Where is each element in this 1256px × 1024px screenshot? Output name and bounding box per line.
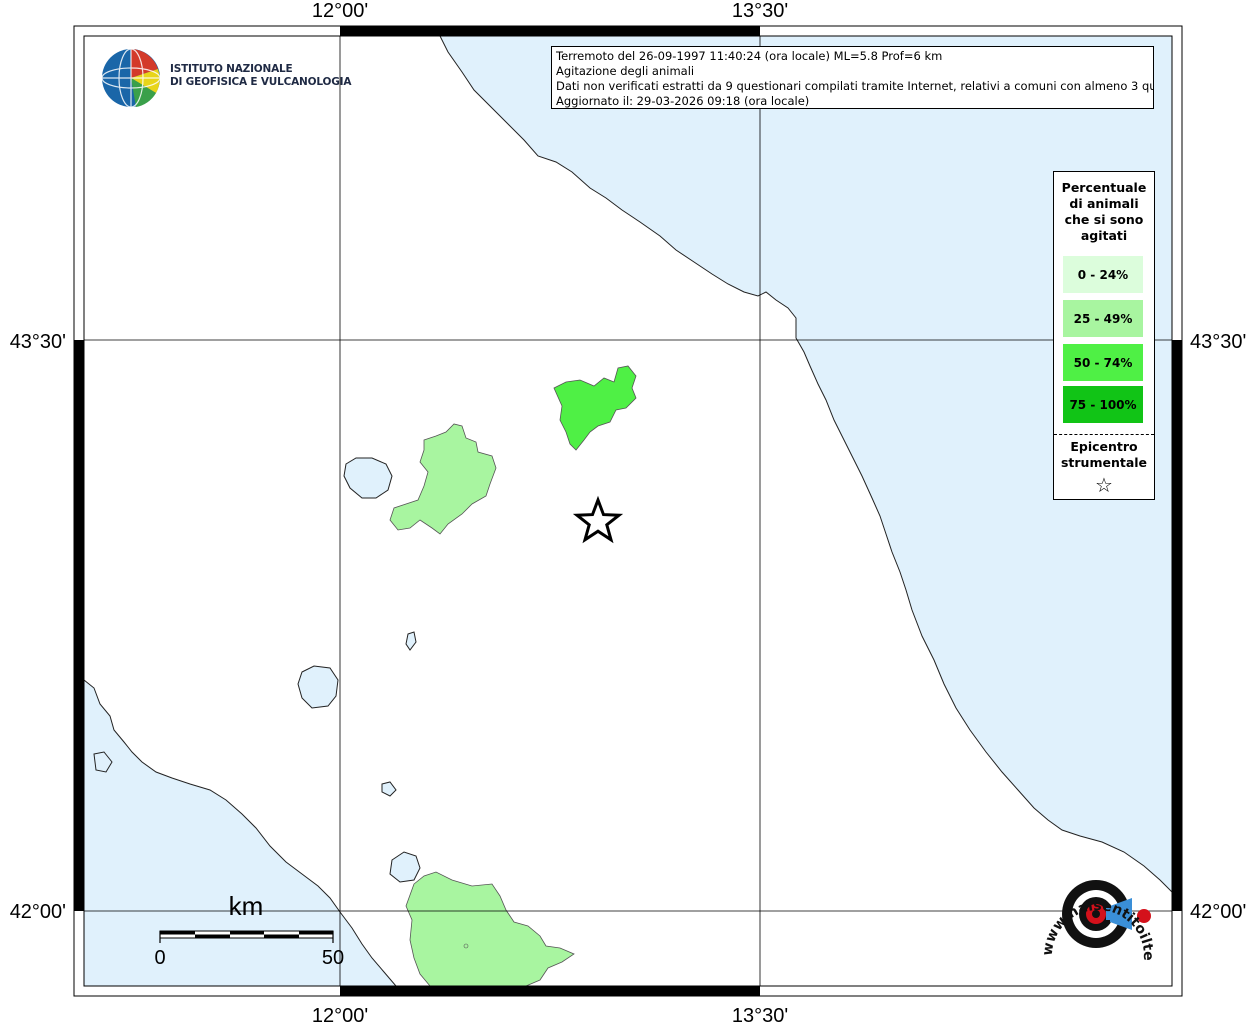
ingv-logo: ISTITUTO NAZIONALE DI GEOFISICA E VULCAN… — [100, 47, 351, 111]
legend-class-3: 75 - 100% — [1063, 386, 1143, 423]
tick-top-2: 13°30' — [732, 0, 788, 22]
info-line4: Aggiornato il: 29-03-2026 09:18 (ora loc… — [556, 94, 810, 108]
tick-right-2: 42°00' — [1190, 901, 1246, 923]
legend-class-1: 25 - 49% — [1063, 300, 1143, 337]
brand-logo: www.haisentitoilterremoto.it — [1029, 844, 1160, 974]
municipality-marker — [463, 943, 469, 949]
legend-title-line2: di animali — [1069, 196, 1139, 211]
info-line1: Terremoto del 26-09-1997 11:40:24 (ora l… — [556, 49, 943, 63]
legend-title-line1: Percentuale — [1061, 180, 1147, 195]
legend-epicenter-label: Epicentro strumentale — [1054, 439, 1154, 471]
legend-star-icon: ☆ — [1095, 473, 1113, 497]
legend-epicenter-line2: strumentale — [1060, 455, 1148, 470]
legend-title: Percentuale di animali che si sono agita… — [1054, 180, 1154, 244]
legend: Percentuale di animali che si sono agita… — [1053, 171, 1155, 500]
tick-left-2: 42°00' — [10, 901, 66, 923]
legend-class-0: 0 - 24% — [1063, 256, 1143, 293]
scale-min-label: 0 — [154, 947, 165, 969]
info-line3: Dati non verificati estratti da 9 questi… — [556, 79, 1154, 93]
legend-title-line3: che si sono — [1064, 212, 1144, 227]
logo-line2: DI GEOFISICA E VULCANOLOGIA — [170, 76, 352, 88]
info-box: Terremoto del 26-09-1997 11:40:24 (ora l… — [551, 46, 1154, 109]
tick-bottom-2: 13°30' — [732, 1005, 788, 1024]
tick-top-1: 12°00' — [312, 0, 368, 22]
tick-right-1: 43°30' — [1190, 331, 1246, 353]
info-line2: Agitazione degli animali — [556, 64, 695, 78]
ingv-globe-icon — [101, 48, 161, 108]
legend-separator — [1054, 434, 1154, 435]
legend-class-2: 50 - 74% — [1063, 344, 1143, 381]
logo-line1: ISTITUTO NAZIONALE — [170, 63, 293, 75]
scale-max-label: 50 — [322, 947, 344, 969]
legend-epicenter-line1: Epicentro — [1070, 439, 1138, 454]
tick-left-1: 43°30' — [10, 331, 66, 353]
scale-unit: km — [229, 891, 264, 921]
legend-title-line4: agitati — [1080, 228, 1128, 243]
target-megaphone-icon: www.haisentitoilterremoto.it — [1029, 844, 1156, 961]
tick-bottom-1: 12°00' — [312, 1005, 368, 1024]
